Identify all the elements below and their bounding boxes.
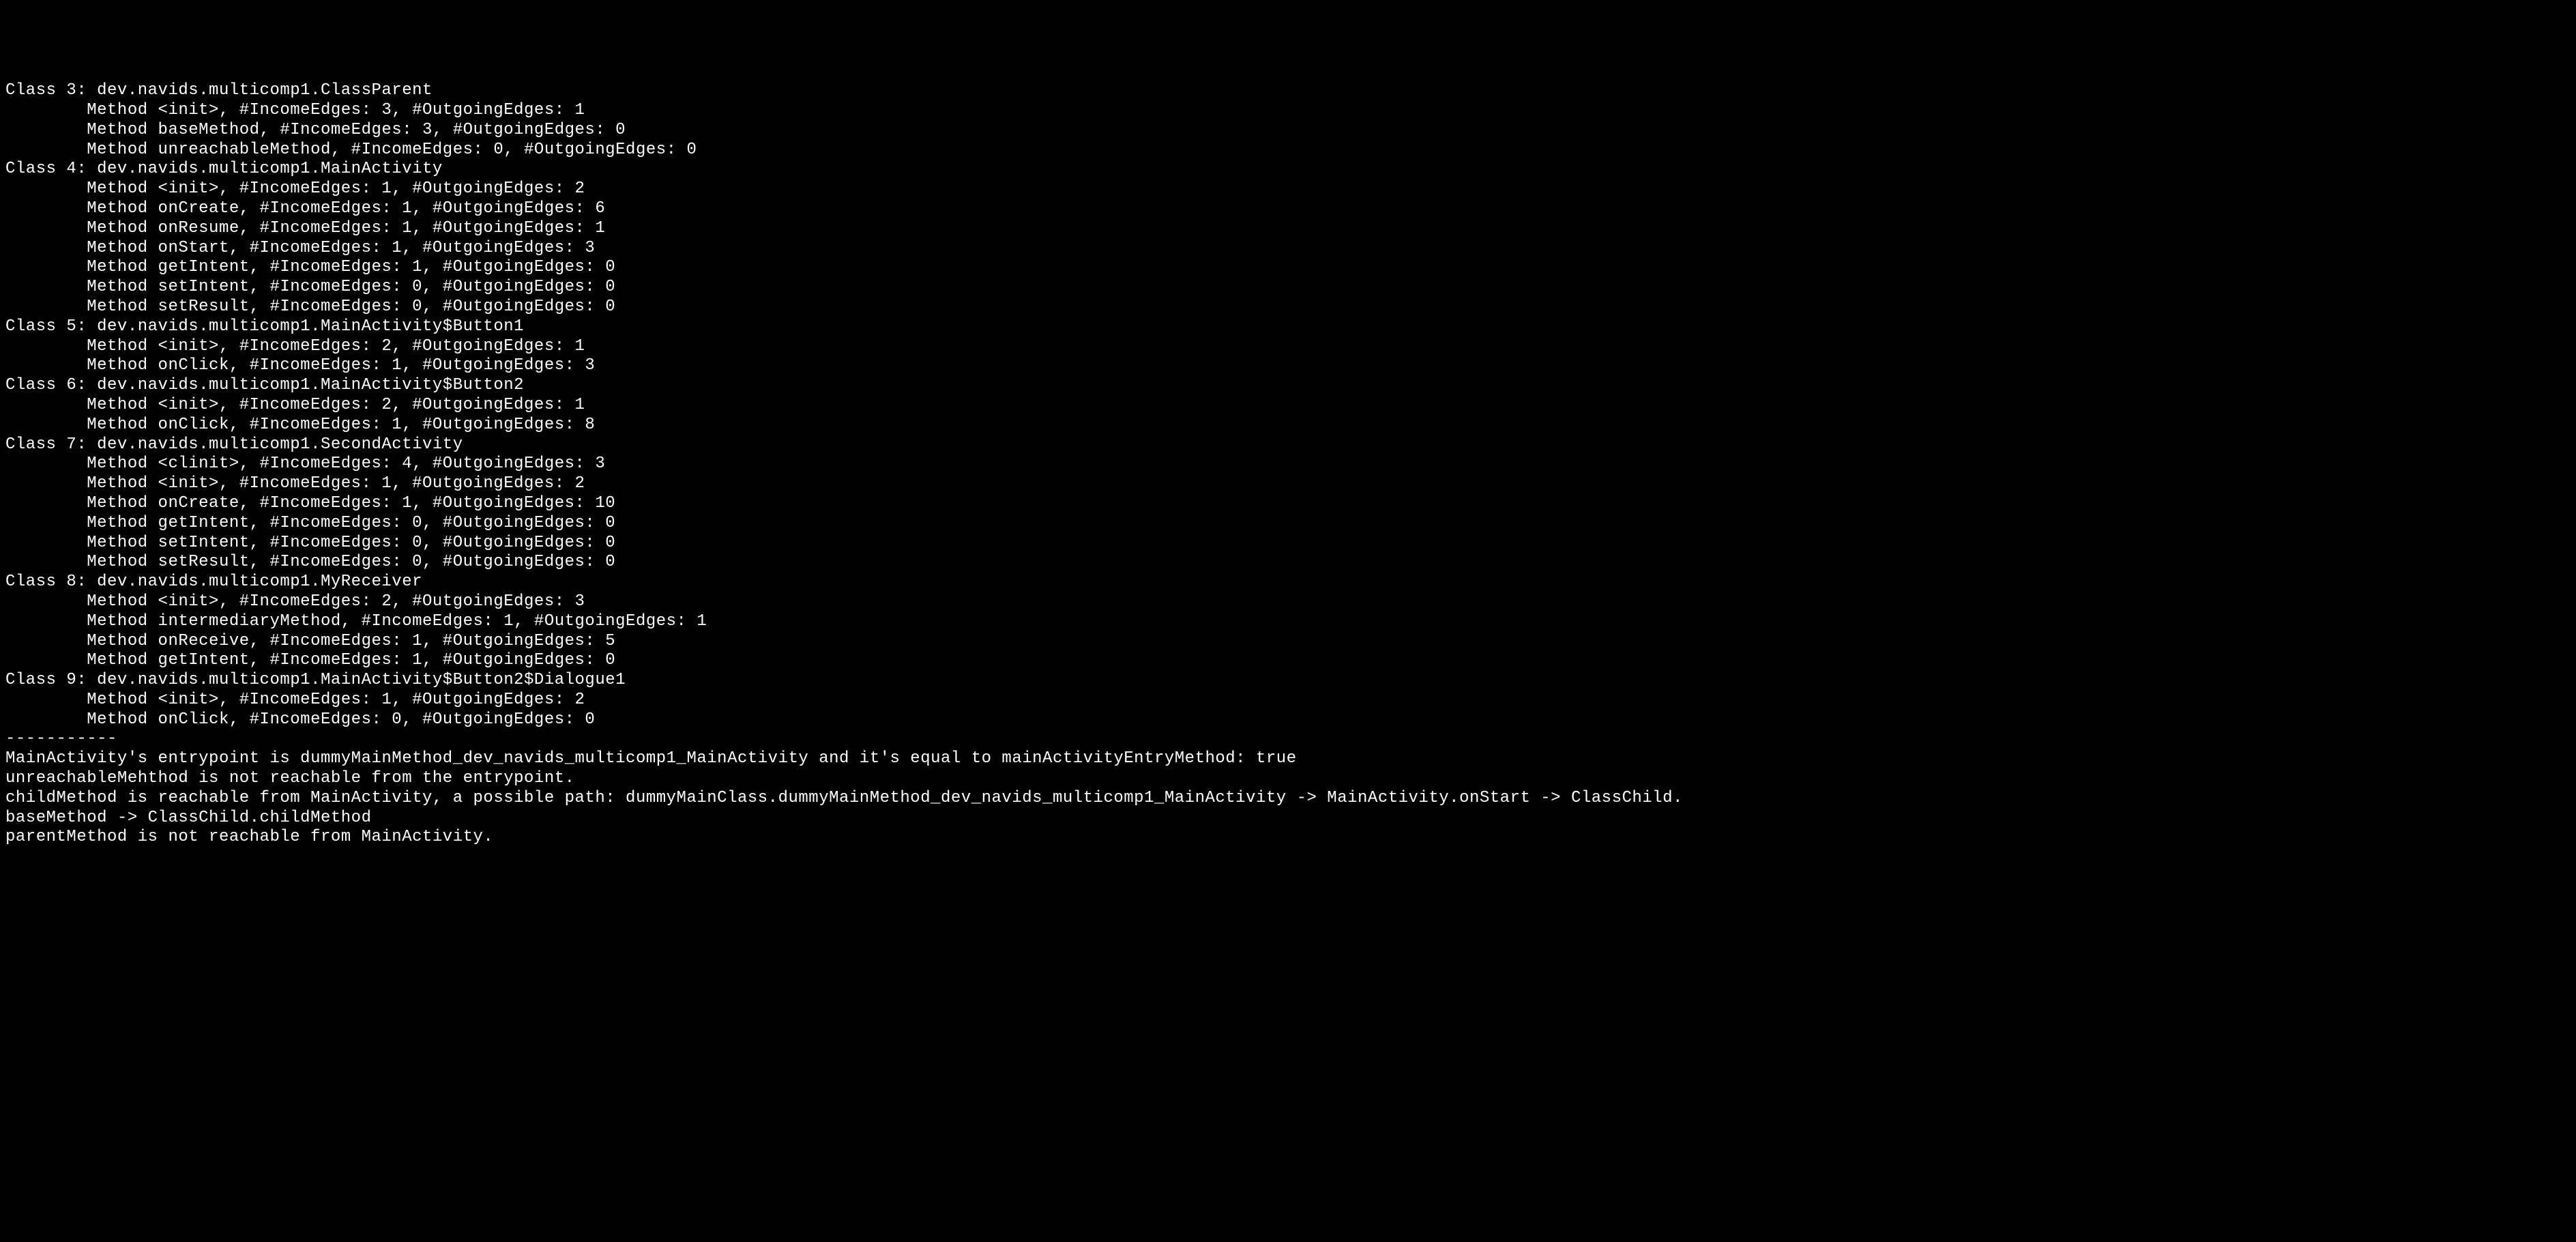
terminal-output: Class 3: dev.navids.multicomp1.ClassPare… [5, 81, 2571, 848]
